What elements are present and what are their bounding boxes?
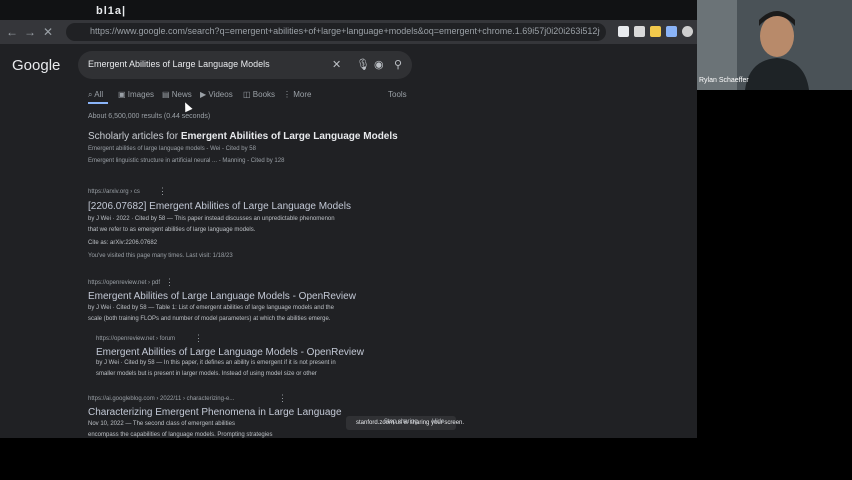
tab-all[interactable]: ⌕ All xyxy=(88,90,103,100)
mouse-cursor xyxy=(181,100,193,113)
extension-icon[interactable] xyxy=(666,26,677,37)
more-options-icon[interactable]: ⋮ xyxy=(194,333,203,344)
result-meta: by J Wei · 2022 · Cited by 58 — This pap… xyxy=(88,216,335,222)
tab-books[interactable]: ◫ Books xyxy=(243,90,275,99)
browser-toolbar: ← → ✕ https://www.google.com/search?q=em… xyxy=(0,20,697,44)
tools-button[interactable]: Tools xyxy=(388,90,407,99)
scholarly-item[interactable]: Emergent abilities of large language mod… xyxy=(88,146,256,152)
result-title[interactable]: Emergent Abilities of Large Language Mod… xyxy=(88,291,356,302)
result-snippet: smaller models but is present in larger … xyxy=(96,371,317,377)
close-load-icon[interactable]: ✕ xyxy=(40,24,56,40)
forward-arrow-icon[interactable]: → xyxy=(22,24,38,40)
more-options-icon[interactable]: ⋮ xyxy=(278,393,287,404)
stop-sharing-button[interactable]: Stop sharing xyxy=(384,419,418,425)
more-options-icon[interactable]: ⋮ xyxy=(158,186,167,197)
result-meta: by J Wei · Cited by 58 — Table 1: List o… xyxy=(88,305,334,311)
result-title[interactable]: Characterizing Emergent Phenomena in Lar… xyxy=(88,407,342,418)
tab-news[interactable]: ▤ News xyxy=(162,90,192,99)
result-stats: About 6,500,000 results (0.44 seconds) xyxy=(88,113,211,120)
result-title[interactable]: [2206.07682] Emergent Abilities of Large… xyxy=(88,201,351,212)
browser-tab[interactable]: bl1a| xyxy=(96,5,126,17)
extension-icon[interactable] xyxy=(634,26,645,37)
address-bar[interactable]: https://www.google.com/search?q=emergent… xyxy=(66,23,606,41)
active-tab-indicator xyxy=(88,102,108,104)
scholarly-heading[interactable]: Scholarly articles for Emergent Abilitie… xyxy=(88,131,398,142)
result-title[interactable]: Emergent Abilities of Large Language Mod… xyxy=(96,347,364,358)
search-input[interactable]: Emergent Abilities of Large Language Mod… xyxy=(88,59,270,69)
microphone-icon[interactable]: 🎙 xyxy=(356,58,370,71)
camera-lens-icon[interactable]: ◉ xyxy=(374,58,384,71)
result-snippet: scale (both training FLOPs and number of… xyxy=(88,316,331,322)
result-source: https://arxiv.org › cs xyxy=(88,189,140,195)
visited-note: You've visited this page many times. Las… xyxy=(88,253,233,259)
tab-videos[interactable]: ▶ Videos xyxy=(200,90,233,99)
more-options-icon[interactable]: ⋮ xyxy=(165,277,174,288)
participant-name: Rylan Schaeffer xyxy=(699,77,749,84)
result-meta: by J Wei · Cited by 58 — In this paper, … xyxy=(96,360,336,366)
result-source: https://ai.googleblog.com › 2022/11 › ch… xyxy=(88,396,235,402)
extension-icon[interactable] xyxy=(618,26,629,37)
scholarly-item[interactable]: Emergent linguistic structure in artific… xyxy=(88,158,284,164)
search-icon[interactable]: ⚲ xyxy=(394,58,402,71)
back-arrow-icon[interactable]: ← xyxy=(4,24,20,40)
search-box[interactable]: Emergent Abilities of Large Language Mod… xyxy=(78,51,412,79)
result-snippet: encompass the capabilities of language m… xyxy=(88,432,273,438)
tab-images[interactable]: ▣ Images xyxy=(118,90,154,99)
result-source: https://openreview.net › forum xyxy=(96,336,176,342)
tab-strip: bl1a| xyxy=(0,0,697,20)
result-meta: Nov 10, 2022 — The second class of emerg… xyxy=(88,421,235,427)
clear-x-icon[interactable]: ✕ xyxy=(332,58,341,71)
webcam-video: Rylan Schaeffer xyxy=(697,0,852,90)
result-source: https://openreview.net › pdf xyxy=(88,280,161,286)
result-snippet: that we refer to as emergent abilities o… xyxy=(88,227,256,233)
url-text: https://www.google.com/search?q=emergent… xyxy=(90,26,600,36)
hide-button[interactable]: Hide xyxy=(432,419,444,425)
tab-more[interactable]: ⋮ More xyxy=(283,90,311,99)
result-extra: Cite as: arXiv:2206.07682 xyxy=(88,240,158,246)
profile-avatar[interactable] xyxy=(682,26,693,37)
extension-icon[interactable] xyxy=(650,26,661,37)
google-logo[interactable]: Google xyxy=(12,57,60,74)
browser-window: bl1a| ← → ✕ https://www.google.com/searc… xyxy=(0,0,697,438)
